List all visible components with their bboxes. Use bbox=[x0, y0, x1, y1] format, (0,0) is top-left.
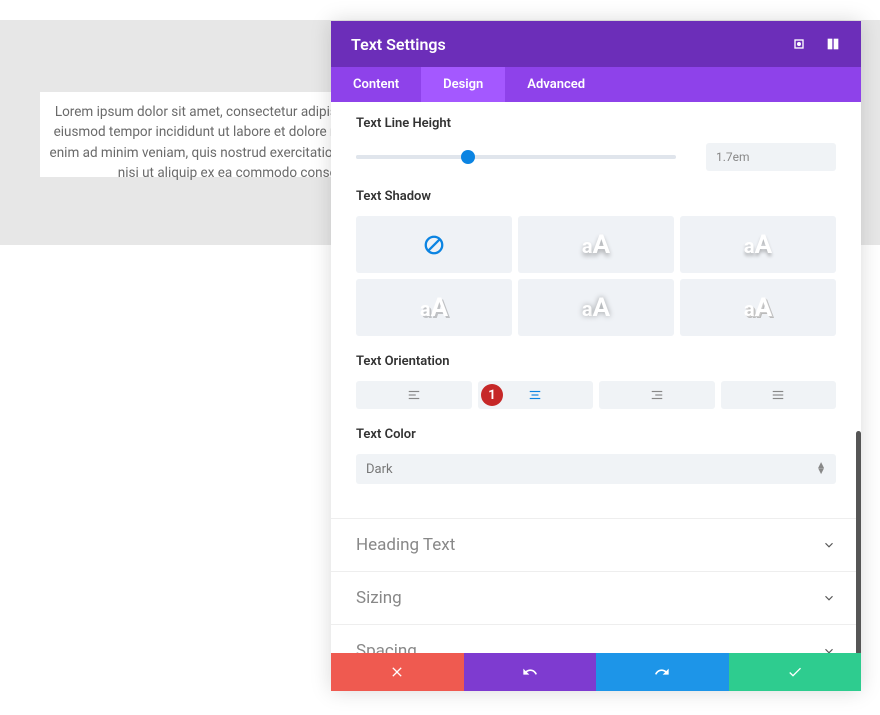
shadow-option-5[interactable]: aA bbox=[680, 279, 836, 336]
annotation-badge-1: 1 bbox=[481, 384, 503, 406]
accordion-spacing-label: Spacing bbox=[356, 641, 417, 653]
orientation-label: Text Orientation bbox=[356, 354, 836, 369]
panel-title: Text Settings bbox=[351, 35, 446, 54]
close-button[interactable] bbox=[331, 653, 464, 691]
chevron-down-icon bbox=[822, 644, 836, 653]
tab-advanced[interactable]: Advanced bbox=[505, 67, 607, 102]
save-button[interactable] bbox=[729, 653, 862, 691]
text-settings-panel: Text Settings Content Design Advanced Te… bbox=[331, 21, 861, 691]
accordion-sizing-label: Sizing bbox=[356, 588, 402, 608]
accordion-heading-label: Heading Text bbox=[356, 535, 455, 555]
text-color-value: Dark bbox=[366, 462, 393, 477]
line-height-label: Text Line Height bbox=[356, 116, 836, 131]
scrollbar-thumb[interactable] bbox=[856, 431, 861, 653]
shadow-option-4[interactable]: aA bbox=[518, 279, 674, 336]
align-justify-option[interactable] bbox=[721, 381, 837, 409]
panel-footer bbox=[331, 653, 861, 691]
shadow-option-2[interactable]: aA bbox=[680, 216, 836, 273]
expand-icon[interactable] bbox=[791, 36, 807, 52]
shadow-option-1[interactable]: aA bbox=[518, 216, 674, 273]
redo-button[interactable] bbox=[596, 653, 729, 691]
shadow-option-none[interactable] bbox=[356, 216, 512, 273]
panel-header: Text Settings bbox=[331, 21, 861, 67]
align-left-option[interactable] bbox=[356, 381, 472, 409]
accordion-spacing[interactable]: Spacing bbox=[331, 624, 861, 653]
text-color-label: Text Color bbox=[356, 427, 836, 442]
line-height-value-input[interactable]: 1.7em bbox=[706, 143, 836, 171]
columns-icon[interactable] bbox=[825, 36, 841, 52]
panel-tabs: Content Design Advanced bbox=[331, 67, 861, 102]
chevron-down-icon bbox=[822, 591, 836, 605]
shadow-option-3[interactable]: aA bbox=[356, 279, 512, 336]
align-right-option[interactable] bbox=[599, 381, 715, 409]
line-height-slider[interactable] bbox=[356, 155, 676, 159]
text-color-select[interactable]: Dark ▲▼ bbox=[356, 454, 836, 484]
panel-body: Text Line Height 1.7em Text Shadow aA aA bbox=[331, 102, 861, 653]
accordion-sizing[interactable]: Sizing bbox=[331, 571, 861, 624]
select-arrows-icon: ▲▼ bbox=[816, 463, 826, 475]
slider-thumb[interactable] bbox=[461, 150, 475, 164]
undo-button[interactable] bbox=[464, 653, 597, 691]
tab-design[interactable]: Design bbox=[421, 67, 505, 102]
text-shadow-label: Text Shadow bbox=[356, 189, 836, 204]
tab-content[interactable]: Content bbox=[331, 67, 421, 102]
accordion-heading-text[interactable]: Heading Text bbox=[331, 518, 861, 571]
chevron-down-icon bbox=[822, 538, 836, 552]
